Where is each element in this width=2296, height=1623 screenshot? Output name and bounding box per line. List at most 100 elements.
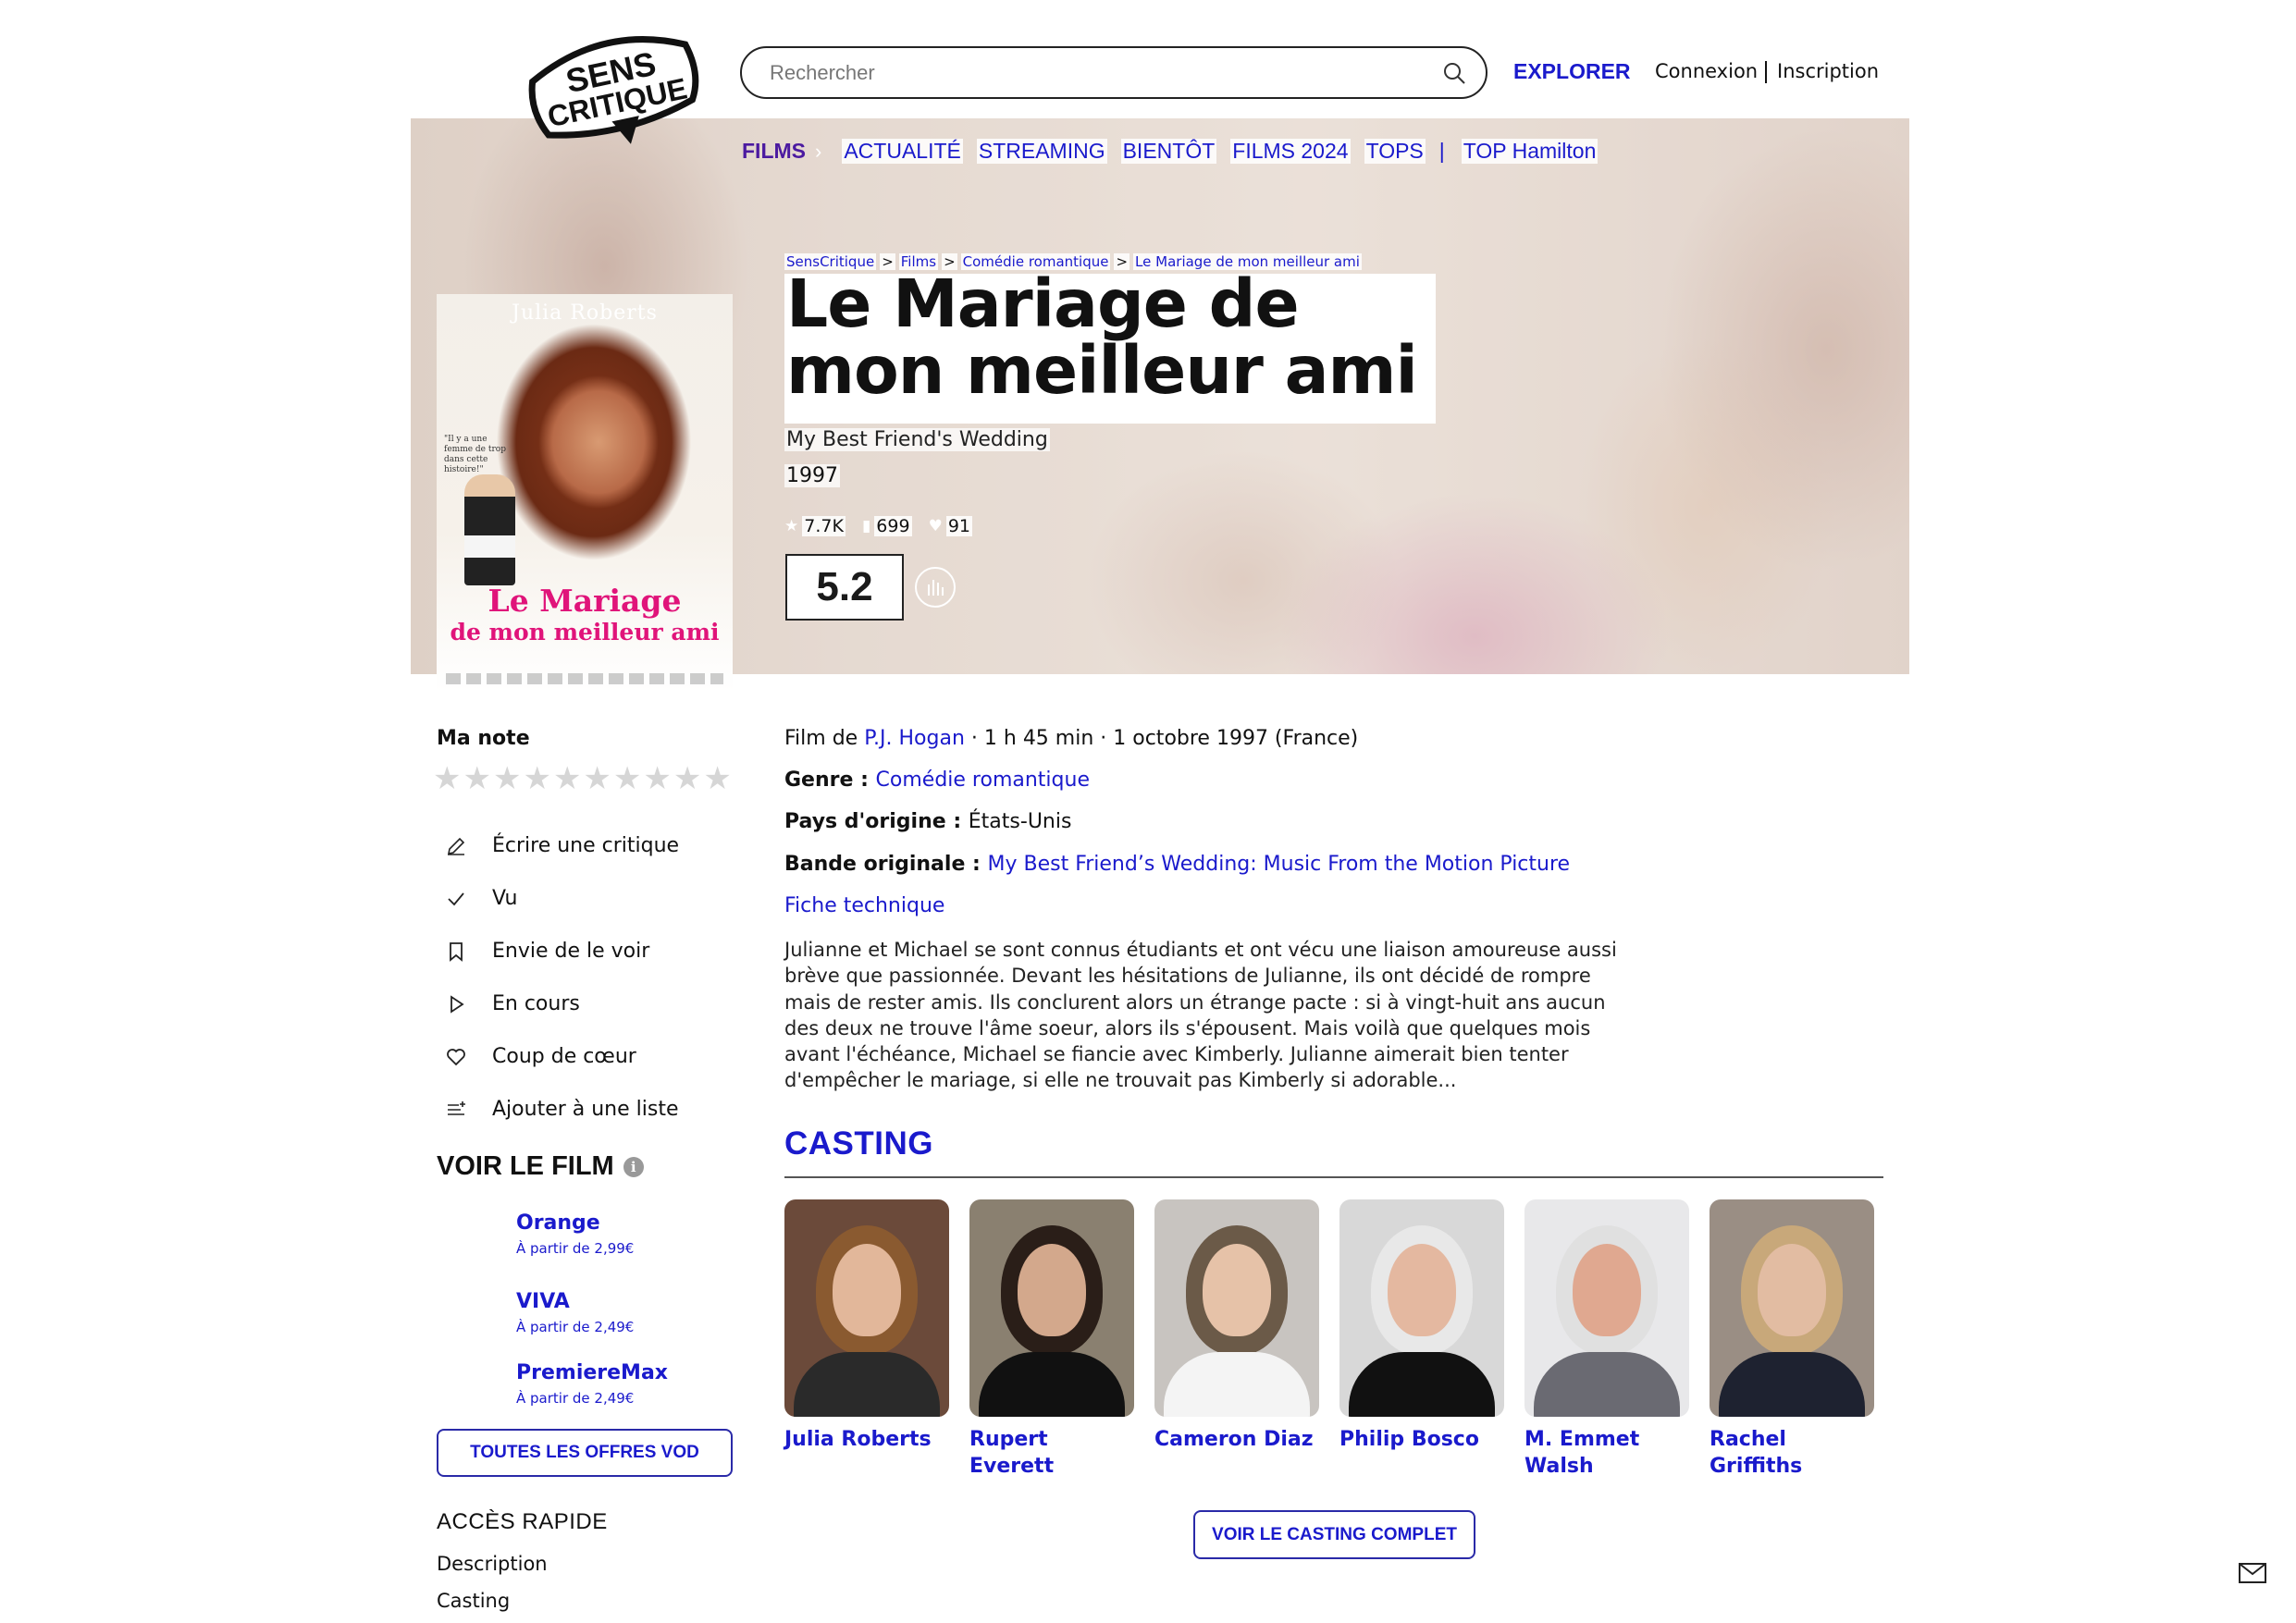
search-icon[interactable] (1441, 60, 1467, 86)
actor-photo[interactable] (1154, 1199, 1319, 1417)
vod-provider-name[interactable]: VIVA (516, 1290, 634, 1313)
rating-star[interactable]: ★ (583, 760, 611, 797)
cast-member[interactable]: Cameron Diaz (1154, 1199, 1319, 1453)
search-input[interactable] (770, 60, 1441, 85)
actor-face (833, 1244, 901, 1336)
rating-stars[interactable]: ★ ★ ★ ★ ★ ★ ★ ★ ★ ★ (433, 760, 732, 797)
my-rating-label: Ma note (437, 727, 530, 750)
soundtrack-link[interactable]: My Best Friend’s Wedding: Music From the… (987, 853, 1570, 876)
vod-offer[interactable]: Orange À partir de 2,99€ (516, 1211, 634, 1257)
nav-films[interactable]: FILMS (740, 139, 808, 164)
rating-star[interactable]: ★ (433, 760, 461, 797)
poster-credits (446, 673, 723, 684)
ratings-value: 7.7K (802, 516, 846, 536)
write-review-action[interactable]: Écrire une critique (442, 819, 679, 872)
actor-photo[interactable] (969, 1199, 1134, 1417)
quick-link-casting[interactable]: Casting (437, 1590, 510, 1612)
score-distribution-button[interactable] (915, 567, 956, 608)
poster-quote: "Il y a une femme de trop dans cette his… (444, 435, 506, 474)
movie-poster[interactable]: Julia Roberts "Il y a une femme de trop … (437, 294, 733, 692)
rating-star[interactable]: ★ (703, 760, 731, 797)
actor-photo[interactable] (1339, 1199, 1504, 1417)
actor-face (1018, 1244, 1086, 1336)
vod-price: À partir de 2,99€ (516, 1240, 635, 1257)
rating-star[interactable]: ★ (523, 760, 550, 797)
nav-films-2024[interactable]: FILMS 2024 (1230, 139, 1351, 164)
action-list: Écrire une critique Vu Envie de le voir … (442, 819, 679, 1136)
nav-tops[interactable]: TOPS (1364, 139, 1426, 164)
cast-member[interactable]: Philip Bosco (1339, 1199, 1504, 1453)
actor-name[interactable]: Rupert Everett (969, 1426, 1134, 1480)
genre-label: Genre : (784, 768, 876, 792)
rating-star[interactable]: ★ (673, 760, 701, 797)
country-line: Pays d'origine : États-Unis (784, 810, 1071, 833)
actor-name[interactable]: Philip Bosco (1339, 1426, 1504, 1453)
actor-photo[interactable] (1524, 1199, 1689, 1417)
info-icon[interactable]: i (623, 1156, 644, 1177)
actor-body (1534, 1352, 1680, 1417)
rating-star[interactable]: ★ (493, 760, 521, 797)
favorite-action[interactable]: Coup de cœur (442, 1030, 679, 1083)
actor-name[interactable]: Cameron Diaz (1154, 1426, 1319, 1453)
casting-heading: CASTING (784, 1125, 933, 1162)
actor-name[interactable]: M. Emmet Walsh (1524, 1426, 1689, 1480)
vod-provider-name[interactable]: PremiereMax (516, 1361, 668, 1384)
cast-member[interactable]: Rupert Everett (969, 1199, 1134, 1480)
all-vod-offers-button[interactable]: TOUTES LES OFFRES VOD (437, 1429, 733, 1477)
rating-star[interactable]: ★ (463, 760, 490, 797)
login-link[interactable]: Connexion (1655, 60, 1758, 82)
action-label: Envie de le voir (492, 940, 650, 963)
senscritique-logo[interactable]: SENS CRITIQUE (518, 28, 712, 153)
quick-access-heading: ACCÈS RAPIDE (437, 1509, 608, 1534)
original-title: My Best Friend's Wedding (784, 428, 1050, 451)
play-icon (442, 990, 470, 1018)
chevron-right-icon: › (815, 139, 822, 163)
vod-provider-name[interactable]: Orange (516, 1211, 634, 1235)
cast-member[interactable]: Julia Roberts (784, 1199, 949, 1453)
cast-member[interactable]: M. Emmet Walsh (1524, 1199, 1689, 1480)
category-nav: FILMS › ACTUALITÉ STREAMING BIENTÔT FILM… (740, 139, 1611, 164)
nav-actualite[interactable]: ACTUALITÉ (842, 139, 963, 164)
logo-icon: SENS CRITIQUE (528, 36, 699, 144)
watch-film-heading: VOIR LE FILM i (437, 1151, 644, 1182)
signup-link[interactable]: Inscription (1777, 60, 1879, 82)
page-title: Le Mariage de mon meilleur ami (786, 265, 1418, 409)
explorer-link[interactable]: EXPLORER (1513, 59, 1631, 84)
rating-star[interactable]: ★ (553, 760, 581, 797)
full-casting-button[interactable]: VOIR LE CASTING COMPLET (1193, 1510, 1475, 1559)
cast-member[interactable]: Rachel Griffiths (1710, 1199, 1874, 1480)
actor-photo[interactable] (784, 1199, 949, 1417)
mail-icon[interactable] (2239, 1563, 2266, 1583)
casting-divider (784, 1176, 1883, 1178)
vod-offer[interactable]: VIVA À partir de 2,49€ (516, 1290, 634, 1335)
actor-face (1203, 1244, 1271, 1336)
search-bar[interactable] (740, 46, 1487, 99)
actor-photo[interactable] (1710, 1199, 1874, 1417)
actor-name[interactable]: Julia Roberts (784, 1426, 949, 1453)
action-label: Vu (492, 887, 518, 910)
action-label: En cours (492, 992, 580, 1015)
synopsis: Julianne et Michael se sont connus étudi… (784, 939, 1617, 1092)
actor-name[interactable]: Rachel Griffiths (1710, 1426, 1874, 1480)
vod-offer[interactable]: PremiereMax À partir de 2,49€ (516, 1361, 668, 1407)
country-value: États-Unis (968, 810, 1072, 833)
technical-sheet-link[interactable]: Fiche technique (784, 894, 944, 917)
wishlist-action[interactable]: Envie de le voir (442, 925, 679, 977)
rating-star[interactable]: ★ (613, 760, 641, 797)
genre-line: Genre : Comédie romantique (784, 768, 1090, 792)
actor-face (1388, 1244, 1456, 1336)
quick-link-description[interactable]: Description (437, 1553, 548, 1575)
actor-body (979, 1352, 1125, 1417)
seen-action[interactable]: Vu (442, 872, 679, 925)
action-label: Coup de cœur (492, 1045, 636, 1068)
in-progress-action[interactable]: En cours (442, 977, 679, 1030)
actor-body (1719, 1352, 1865, 1417)
nav-top-hamilton[interactable]: TOP Hamilton (1461, 139, 1599, 164)
nav-streaming[interactable]: STREAMING (976, 139, 1107, 164)
director-link[interactable]: P.J. Hogan (864, 727, 965, 750)
add-to-list-action[interactable]: Ajouter à une liste (442, 1083, 679, 1136)
rating-star[interactable]: ★ (643, 760, 671, 797)
nav-bientot[interactable]: BIENTÔT (1120, 139, 1217, 164)
genre-link[interactable]: Comédie romantique (876, 768, 1090, 792)
poster-groom-figure (464, 474, 515, 585)
